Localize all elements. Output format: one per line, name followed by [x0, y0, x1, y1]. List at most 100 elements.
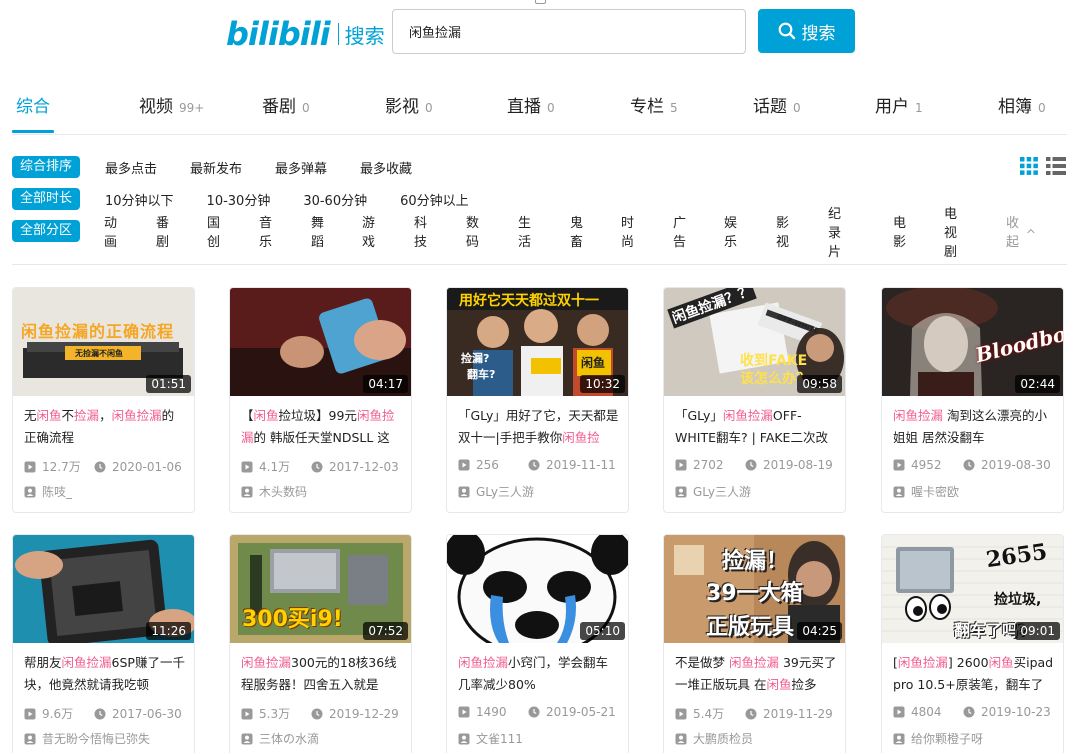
uploader[interactable]: 大鹏质检员: [675, 730, 753, 747]
video-title[interactable]: 帮朋友闲鱼捡漏6SP赚了一千块，他竟然就请我吃顿: [24, 652, 186, 696]
zone-selected[interactable]: 全部分区: [12, 220, 80, 242]
video-duration: 02:44: [1015, 375, 1060, 393]
zone-option[interactable]: 电影: [893, 212, 906, 250]
uploader[interactable]: 三体の水滴: [241, 730, 319, 747]
uploader[interactable]: 喔卡密欧: [893, 483, 959, 500]
zone-option[interactable]: 数码: [466, 212, 479, 250]
tab-live[interactable]: 直播 0: [507, 92, 555, 117]
video-title[interactable]: 闲鱼捡漏 淘到这么漂亮的小姐姐 居然没翻车: [893, 405, 1055, 449]
upload-date: 2019-08-30: [963, 458, 1051, 472]
clock-icon: [745, 708, 757, 719]
video-card[interactable]: 捡漏！ 39一大箱 正版玩具 04:25 不是做梦 闲鱼捡漏 39元买了一堆正版…: [663, 534, 846, 753]
search-input[interactable]: [393, 10, 745, 53]
header: bilibili 搜索 搜索: [0, 0, 1080, 70]
video-thumbnail[interactable]: 300买i9! 07:52: [230, 535, 411, 643]
thumbnail-caption: 闲鱼: [581, 356, 606, 370]
title-text: 不: [61, 408, 75, 423]
video-card[interactable]: 11:26 帮朋友闲鱼捡漏6SP赚了一千块，他竟然就请我吃顿 9.6万 2017…: [12, 534, 195, 753]
video-thumbnail[interactable]: Bloodborne 02:44: [882, 288, 1063, 396]
tab-video[interactable]: 视频 99+: [139, 92, 204, 117]
video-title[interactable]: 闲鱼捡漏小窍门，学会翻车几率减少80%: [458, 652, 620, 696]
zone-option[interactable]: 影视: [776, 212, 789, 250]
tab-movie[interactable]: 影视 0: [385, 92, 433, 117]
zone-option[interactable]: 音乐: [259, 212, 272, 250]
zone-option[interactable]: 鬼畜: [570, 212, 583, 250]
zone-option[interactable]: 游戏: [362, 212, 375, 250]
collapse-zones-button[interactable]: 收起: [1006, 212, 1035, 250]
video-card[interactable]: 300买i9! 07:52 闲鱼捡漏300元的18核36线程服务器！四舍五入就是…: [229, 534, 412, 753]
thumbnail-caption: 翻车?: [467, 368, 496, 381]
video-title[interactable]: [闲鱼捡漏] 2600闲鱼买ipad pro 10.5+原装笔，翻车了: [893, 652, 1055, 696]
order-selected[interactable]: 综合排序: [12, 156, 80, 178]
video-thumbnail[interactable]: 捡漏！ 39一大箱 正版玩具 04:25: [664, 535, 845, 643]
video-card[interactable]: 闲鱼捡漏？？ OFF-WHITE 收到FAKE 该怎么办？ 09:58 「GLy…: [663, 287, 846, 513]
video-thumbnail[interactable]: 2655 捡垃圾, 翻车了吗? 09:01: [882, 535, 1063, 643]
tab-count: 0: [425, 101, 433, 115]
date-text: 2019-05-21: [546, 705, 616, 719]
video-title[interactable]: 闲鱼捡漏300元的18核36线程服务器！四舍五入就是: [241, 652, 403, 696]
zone-option[interactable]: 国创: [207, 212, 220, 250]
tab-user[interactable]: 用户 1: [875, 92, 923, 117]
uploader[interactable]: 陈吱_: [24, 483, 72, 500]
video-title[interactable]: 「GLy」闲鱼捡漏OFF-WHITE翻车? | FAKE二次改: [675, 405, 837, 449]
upload-date: 2019-11-11: [528, 458, 616, 472]
video-duration: 09:58: [797, 375, 842, 393]
video-card[interactable]: 2655 捡垃圾, 翻车了吗? 09:01 [闲鱼捡漏] 2600闲鱼买ipad…: [881, 534, 1064, 753]
video-card[interactable]: Bloodborne 02:44 闲鱼捡漏 淘到这么漂亮的小姐姐 居然没翻车 4…: [881, 287, 1064, 513]
video-title[interactable]: 无闲鱼不捡漏，闲鱼捡漏的正确流程: [24, 405, 186, 449]
zone-option[interactable]: 番剧: [156, 212, 169, 250]
uploader-name: 给你颗橙子呀: [911, 732, 984, 746]
video-card[interactable]: 05:10 闲鱼捡漏小窍门，学会翻车几率减少80% 1490 2019-05-2…: [446, 534, 629, 753]
tab-bangumi[interactable]: 番剧 0: [262, 92, 310, 117]
user-icon: [24, 486, 36, 497]
thumbnail-caption: 闲鱼捡漏的正确流程: [21, 322, 175, 341]
video-thumbnail[interactable]: 05:10: [447, 535, 628, 643]
order-option[interactable]: 最多点击: [105, 158, 157, 177]
video-duration: 10:32: [580, 375, 625, 393]
tab-article[interactable]: 专栏 5: [630, 92, 678, 117]
zone-option[interactable]: 娱乐: [724, 212, 737, 250]
uploader[interactable]: 昔无盼今悟悔已弥失: [24, 730, 150, 747]
duration-option[interactable]: 10分钟以下: [105, 190, 174, 209]
zone-option[interactable]: 时尚: [621, 212, 634, 250]
zone-option[interactable]: 舞蹈: [311, 212, 324, 250]
zone-option[interactable]: 电视剧: [944, 203, 957, 260]
order-option[interactable]: 最多弹幕: [275, 158, 327, 177]
zone-option[interactable]: 纪录片: [828, 203, 841, 260]
duration-option[interactable]: 10-30分钟: [207, 190, 271, 209]
zone-option[interactable]: 生活: [518, 212, 531, 250]
video-thumbnail[interactable]: 用好它天天都过双十一 捡漏? 翻车? 闲鱼 10:32: [447, 288, 628, 396]
uploader[interactable]: GLy三人游: [458, 483, 534, 500]
search-button[interactable]: 搜索: [758, 9, 855, 53]
duration-option[interactable]: 60分钟以上: [400, 190, 469, 209]
uploader[interactable]: 给你颗橙子呀: [893, 730, 983, 747]
video-card[interactable]: 闲鱼捡漏的正确流程 无捡漏不闲鱼 01:51 无闲鱼不捡漏， 闲鱼捡漏的正确流程 …: [12, 287, 195, 513]
video-thumbnail[interactable]: 04:17: [230, 288, 411, 396]
grid-view-icon[interactable]: [1020, 157, 1038, 175]
uploader[interactable]: 木头数码: [241, 483, 307, 500]
video-card[interactable]: 04:17 【闲鱼捡垃圾】99元闲鱼捡漏的 韩版任天堂NDSLL 这 4.1万 …: [229, 287, 412, 513]
zone-option[interactable]: 动画: [104, 212, 117, 250]
uploader-name: 大鹏质检员: [693, 732, 754, 746]
video-title[interactable]: 【闲鱼捡垃圾】99元闲鱼捡漏的 韩版任天堂NDSLL 这: [241, 405, 403, 449]
video-card[interactable]: 用好它天天都过双十一 捡漏? 翻车? 闲鱼 10:32 「GLy」用好了它，天天…: [446, 287, 629, 513]
uploader[interactable]: GLy三人游: [675, 483, 751, 500]
duration-option[interactable]: 30-60分钟: [303, 190, 367, 209]
tab-topic[interactable]: 话题 0: [753, 92, 801, 117]
video-title[interactable]: 「GLy」用好了它，天天都是双十一|手把手教你闲鱼捡: [458, 405, 620, 449]
uploader[interactable]: 文雀111: [458, 730, 523, 747]
tab-all[interactable]: 综合: [16, 92, 50, 117]
bilibili-logo[interactable]: bilibili 搜索: [226, 14, 385, 54]
order-option[interactable]: 最多收藏: [360, 158, 412, 177]
list-view-icon[interactable]: [1046, 157, 1066, 175]
video-title[interactable]: 不是做梦 闲鱼捡漏 39元买了一堆正版玩具 在闲鱼捡多: [675, 652, 837, 696]
video-thumbnail[interactable]: 闲鱼捡漏？？ OFF-WHITE 收到FAKE 该怎么办？ 09:58: [664, 288, 845, 396]
duration-selected[interactable]: 全部时长: [12, 188, 80, 210]
video-thumbnail[interactable]: 闲鱼捡漏的正确流程 无捡漏不闲鱼 01:51: [13, 288, 194, 396]
zone-option[interactable]: 科技: [414, 212, 427, 250]
view-count: 5.3万: [259, 707, 291, 721]
video-thumbnail[interactable]: 11:26: [13, 535, 194, 643]
tab-album[interactable]: 相簿 0: [998, 92, 1046, 117]
zone-option[interactable]: 广告: [673, 212, 686, 250]
order-option[interactable]: 最新发布: [190, 158, 242, 177]
